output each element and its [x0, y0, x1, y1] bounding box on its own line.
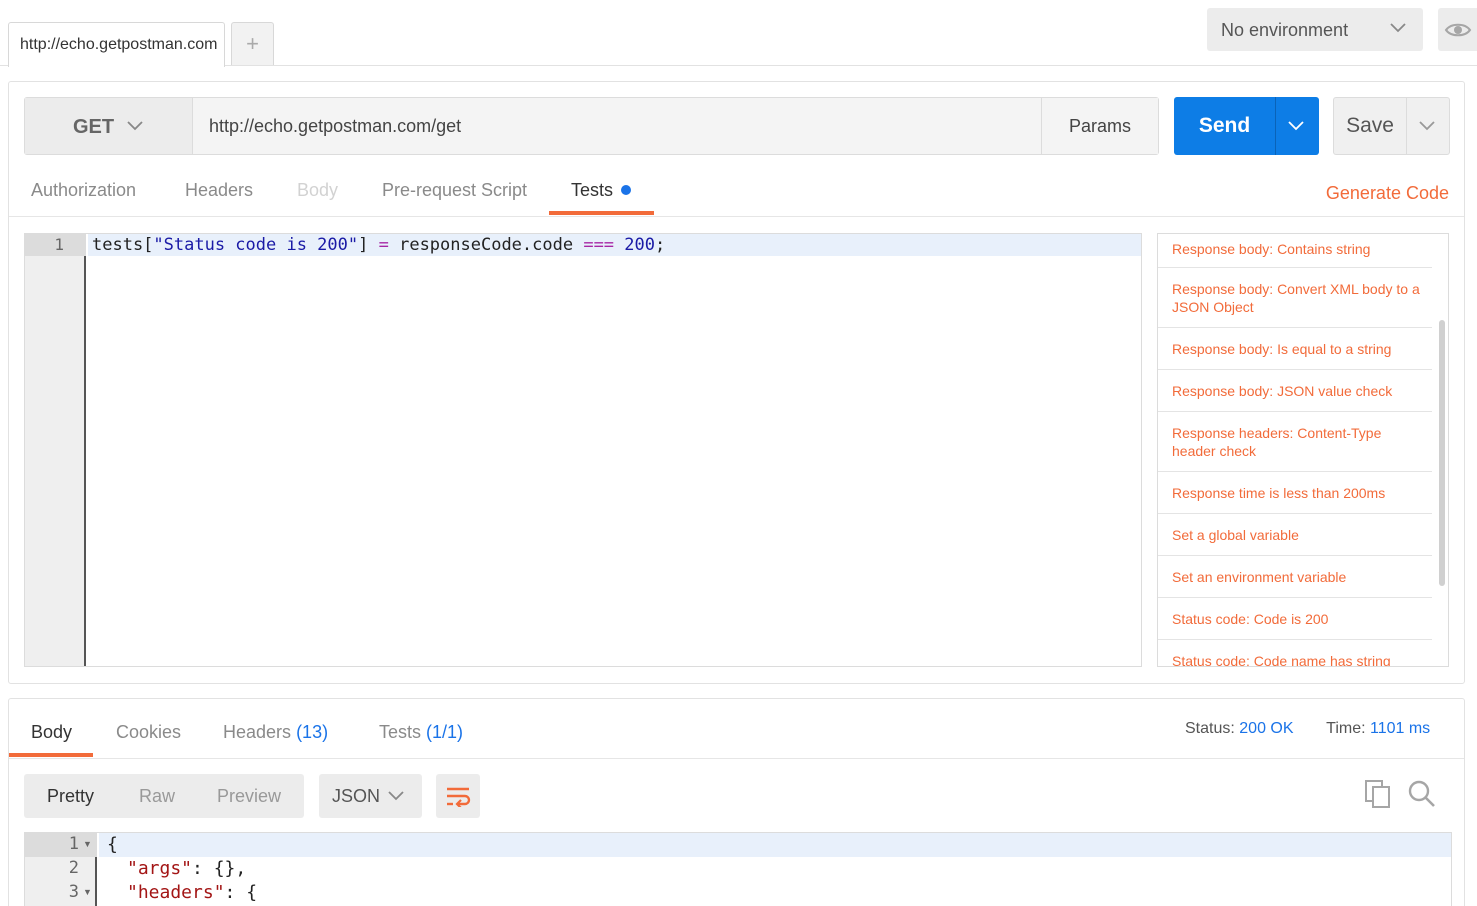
raw-view-button[interactable]: Raw — [139, 786, 175, 807]
save-divider — [1406, 98, 1407, 154]
tests-count: (1/1) — [426, 722, 464, 742]
snippet-item[interactable]: Set a global variable — [1158, 514, 1432, 556]
params-button[interactable]: Params — [1041, 98, 1158, 154]
params-button-label: Params — [1068, 115, 1131, 136]
snippet-item[interactable]: Response body: Convert XML body to a JSO… — [1158, 268, 1432, 328]
snippet-item[interactable]: Status code: Code is 200 — [1158, 598, 1432, 640]
tab-tests-label: Tests — [571, 180, 614, 200]
snippets-list: Response body: Contains string Response … — [1157, 233, 1449, 667]
request-tab-label: http://echo.getpostman.com — [20, 36, 218, 53]
request-tab[interactable]: http://echo.getpostman.com — [8, 22, 225, 67]
plus-icon: + — [246, 31, 259, 56]
snippet-item[interactable]: Set an environment variable — [1158, 556, 1432, 598]
line-number: 1 — [54, 235, 64, 254]
time-label: Time: — [1326, 720, 1366, 737]
tab-authorization[interactable]: Authorization — [31, 180, 136, 201]
new-tab-button[interactable]: + — [231, 22, 274, 65]
active-tab-indicator — [9, 753, 93, 757]
tab-headers[interactable]: Headers — [185, 180, 253, 201]
json-line: "headers": { — [127, 882, 258, 903]
eye-icon — [1444, 23, 1471, 36]
environment-select-label: No environment — [1221, 20, 1349, 40]
environment-select[interactable]: No environment — [1207, 8, 1423, 51]
send-button-label: Send — [1198, 114, 1251, 137]
code-line: tests["Status code is 200"] = responseCo… — [92, 235, 666, 255]
url-input[interactable] — [193, 98, 1041, 154]
fold-arrow-icon[interactable]: ▼ — [83, 887, 92, 897]
format-select[interactable]: JSON — [319, 774, 422, 818]
copy-icon[interactable] — [1364, 779, 1392, 809]
tab-response-tests[interactable]: Tests (1/1) — [379, 722, 463, 743]
tests-indicator-dot-icon — [621, 185, 632, 195]
environment-quick-look-button[interactable] — [1438, 8, 1477, 51]
tab-response-tests-label: Tests — [379, 722, 422, 742]
send-button[interactable]: Send — [1174, 97, 1319, 155]
editor-gutter: 1 ▼ 2 3 ▼ — [25, 833, 97, 906]
wrap-lines-button[interactable] — [436, 774, 480, 818]
fold-arrow-icon[interactable]: ▼ — [83, 839, 92, 849]
status-label: Status: — [1185, 720, 1235, 737]
json-line: { — [107, 834, 118, 855]
view-mode-group: Pretty Raw Preview — [24, 774, 304, 818]
save-button-label: Save — [1346, 114, 1394, 137]
method-label: GET — [73, 116, 115, 138]
snippet-item[interactable]: Response body: Contains string — [1158, 234, 1432, 268]
search-icon[interactable] — [1407, 779, 1437, 809]
headers-count: (13) — [296, 722, 329, 742]
format-select-label: JSON — [332, 786, 381, 806]
request-panel: GET Params Send Save Authorization Heade… — [8, 81, 1465, 684]
save-button[interactable]: Save — [1333, 97, 1450, 155]
tab-tests[interactable]: Tests — [571, 180, 632, 201]
url-bar: GET Params — [24, 97, 1159, 155]
tab-response-cookies[interactable]: Cookies — [116, 722, 181, 743]
snippets-scrollbar[interactable] — [1439, 320, 1445, 586]
response-meta: Status: 200 OK Time: 1101 ms — [1185, 720, 1430, 738]
snippet-item[interactable]: Response body: JSON value check — [1158, 370, 1432, 412]
chevron-down-icon[interactable] — [1418, 116, 1436, 134]
method-select[interactable]: GET — [25, 98, 193, 154]
line-number: 1 — [68, 834, 79, 854]
tab-body[interactable]: Body — [297, 180, 338, 201]
chevron-down-icon — [127, 121, 143, 131]
active-line-highlight — [99, 833, 1451, 857]
json-line: "args": {}, — [127, 858, 247, 879]
generate-code-link[interactable]: Generate Code — [1326, 183, 1449, 204]
response-panel: Body Cookies Headers (13) Tests (1/1) St… — [8, 698, 1465, 906]
status-value: 200 OK — [1239, 720, 1294, 737]
tab-pre-request-script[interactable]: Pre-request Script — [382, 180, 527, 201]
top-bar: http://echo.getpostman.com + No environm… — [0, 0, 1477, 67]
wrap-lines-icon — [447, 787, 471, 807]
snippet-item[interactable]: Response headers: Content-Type header ch… — [1158, 412, 1432, 472]
time-value: 1101 ms — [1370, 720, 1431, 737]
tab-response-body[interactable]: Body — [31, 722, 72, 743]
tab-response-headers-label: Headers — [223, 722, 292, 742]
editor-gutter: 1 — [25, 234, 86, 666]
snippet-item[interactable]: Response body: Is equal to a string — [1158, 328, 1432, 370]
snippet-item[interactable]: Status code: Code name has string — [1158, 640, 1432, 666]
response-tabs: Body Cookies Headers (13) Tests (1/1) St… — [9, 699, 1464, 759]
chevron-down-icon — [388, 791, 404, 801]
response-body-editor[interactable]: 1 ▼ 2 3 ▼ { "args": {}, "headers": { — [24, 832, 1452, 906]
snippet-item[interactable]: Response time is less than 200ms — [1158, 472, 1432, 514]
line-number: 3 — [68, 882, 79, 902]
active-tab-indicator — [549, 211, 654, 215]
tests-editor[interactable]: 1 tests["Status code is 200"] = response… — [24, 233, 1142, 667]
line-number: 2 — [68, 858, 79, 878]
tab-response-headers[interactable]: Headers (13) — [223, 722, 328, 743]
request-tabs: Authorization Headers Body Pre-request S… — [9, 170, 1464, 217]
pretty-view-button[interactable]: Pretty — [47, 786, 94, 807]
chevron-down-icon — [1390, 23, 1406, 33]
chevron-down-icon[interactable] — [1286, 115, 1306, 135]
preview-view-button[interactable]: Preview — [217, 786, 281, 807]
send-divider — [1275, 97, 1276, 155]
